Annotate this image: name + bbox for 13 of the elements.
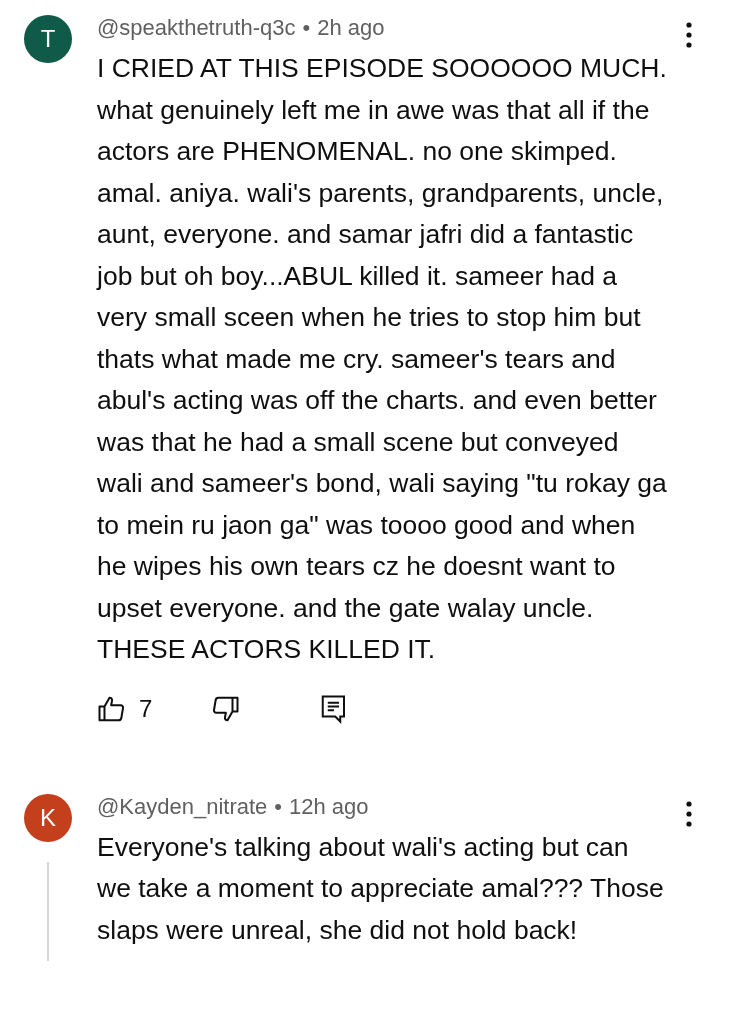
like-count: 7 (139, 694, 153, 723)
author-name[interactable]: @speakthetruth-q3c (97, 15, 296, 41)
avatar[interactable]: T (24, 15, 72, 63)
separator-dot: • (274, 793, 283, 820)
timestamp: 12h ago (289, 793, 369, 820)
comment-text: I CRIED AT THIS EPISODE SOOOOOO MUCH. what genuinely left me in awe was that all if the actors are PHENOMENAL. no one skimped. amal. aniya. wali's parents, grandparents, uncle, aunt, everyone. and samar jafri did a fantastic job but oh boy...ABUL killed it. sameer had a very small sceen when he tries to stop him but thats what made me cry. sameer's tears and abul's acting was off the charts. and even better was that he had a small scene but conveyed wali and sameer's bond, wali saying "tu rokay ga to mein ru jaon ga" was toooo good and when he wipes his own tears cz he doesnt want to upset everyone. and the gate walay uncle. THESE ACTORS KILLED IT. (97, 52, 668, 666)
more-options-icon[interactable] (685, 800, 693, 827)
more-options-icon[interactable] (685, 22, 693, 48)
author-name[interactable]: @Kayden_nitrate (97, 793, 268, 820)
comment-text: Everyone's talking about wali's acting but can we take a moment to appreciate amal??? Those slaps were unreal, she did not hold back! (97, 830, 665, 947)
timestamp: 2h ago (317, 15, 385, 41)
separator-dot: • (302, 15, 311, 41)
avatar[interactable]: K (24, 793, 72, 842)
